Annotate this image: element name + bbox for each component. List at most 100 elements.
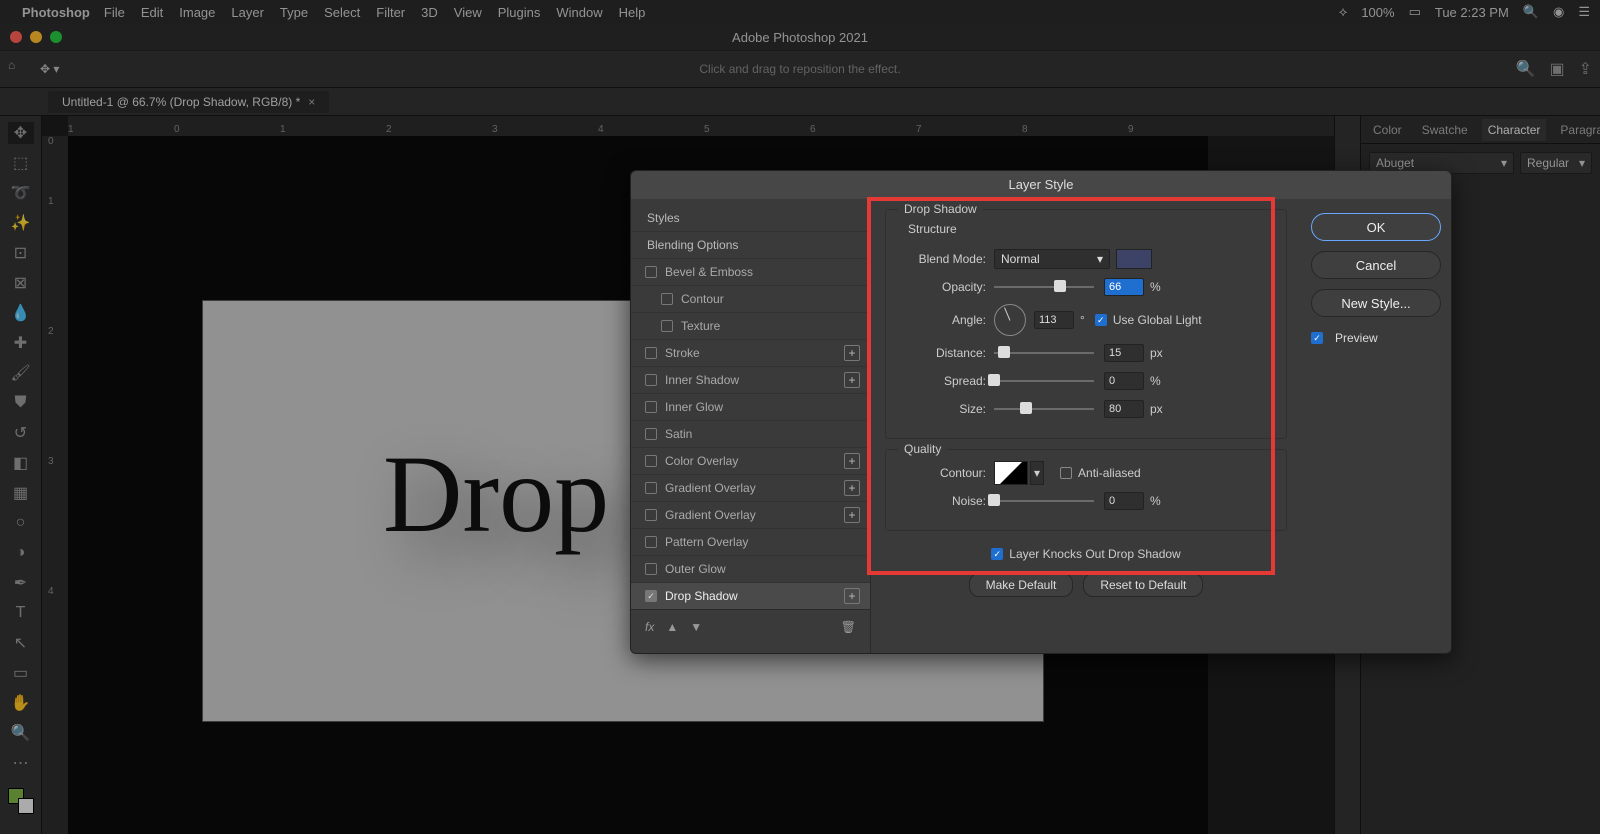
styles-header[interactable]: Styles [631,205,870,231]
shape-tool[interactable]: ▭ [8,662,34,684]
style-item-outer-glow[interactable]: Outer Glow [631,555,870,582]
use-global-light-checkbox[interactable]: ✓ [1095,314,1107,326]
style-checkbox[interactable] [645,428,657,440]
move-up-icon[interactable]: ▲ [666,620,678,634]
style-checkbox[interactable] [645,536,657,548]
opacity-slider[interactable] [994,280,1094,294]
add-effect-icon[interactable]: + [844,507,860,523]
menu-help[interactable]: Help [619,5,646,20]
cancel-button[interactable]: Cancel [1311,251,1441,279]
shadow-color-swatch[interactable] [1116,249,1152,269]
tab-paragraph[interactable]: Paragra [1554,119,1600,141]
style-checkbox[interactable]: ✓ [645,590,657,602]
distance-input[interactable]: 15 [1104,344,1144,362]
close-icon[interactable]: × [308,95,315,109]
app-name[interactable]: Photoshop [22,5,90,20]
style-item-texture[interactable]: Texture [631,312,870,339]
pen-tool[interactable]: ✒ [8,572,34,594]
noise-input[interactable]: 0 [1104,492,1144,510]
contour-picker[interactable] [994,461,1028,485]
style-item-gradient-overlay[interactable]: Gradient Overlay+ [631,501,870,528]
trash-icon[interactable]: 🗑 [841,620,856,634]
siri-icon[interactable]: ◉ [1553,4,1564,20]
eraser-tool[interactable]: ◧ [8,452,34,474]
workspace-icon[interactable]: ▣ [1549,59,1564,79]
style-checkbox[interactable] [645,266,657,278]
move-tool[interactable]: ✥ [8,122,34,144]
font-style-select[interactable]: Regular▾ [1520,152,1592,174]
path-tool[interactable]: ↖ [8,632,34,654]
spread-input[interactable]: 0 [1104,372,1144,390]
menu-plugins[interactable]: Plugins [498,5,541,20]
window-close-button[interactable] [10,31,22,43]
preview-checkbox[interactable]: ✓ [1311,332,1323,344]
style-checkbox[interactable] [661,293,673,305]
menu-file[interactable]: File [104,5,125,20]
menu-3d[interactable]: 3D [421,5,438,20]
add-effect-icon[interactable]: + [844,345,860,361]
blending-options[interactable]: Blending Options [631,231,870,258]
crop-tool[interactable]: ⊡ [8,242,34,264]
wifi-icon[interactable]: ⟡ [1339,4,1348,20]
spread-slider[interactable] [994,374,1094,388]
add-effect-icon[interactable]: + [844,480,860,496]
wand-tool[interactable]: ✨ [8,212,34,234]
opacity-input[interactable]: 66 [1104,278,1144,296]
menu-image[interactable]: Image [179,5,215,20]
more-tools[interactable]: ⋯ [8,752,34,774]
search-icon[interactable]: 🔍 [1516,59,1536,79]
blur-tool[interactable]: ○ [8,512,34,534]
style-checkbox[interactable] [645,563,657,575]
noise-slider[interactable] [994,494,1094,508]
tab-swatches[interactable]: Swatche [1416,119,1474,141]
chevron-down-icon[interactable]: ▾ [1030,461,1044,485]
style-checkbox[interactable] [661,320,673,332]
style-checkbox[interactable] [645,482,657,494]
frame-tool[interactable]: ⊠ [8,272,34,294]
style-item-bevel-emboss[interactable]: Bevel & Emboss [631,258,870,285]
gradient-tool[interactable]: ▦ [8,482,34,504]
add-effect-icon[interactable]: + [844,372,860,388]
knockout-checkbox[interactable]: ✓ [991,548,1003,560]
style-item-stroke[interactable]: Stroke+ [631,339,870,366]
angle-input[interactable]: 113 [1034,311,1074,329]
window-minimize-button[interactable] [30,31,42,43]
history-brush-tool[interactable]: ↺ [8,422,34,444]
control-center-icon[interactable]: ☰ [1578,4,1590,20]
zoom-tool[interactable]: 🔍 [8,722,34,744]
blend-mode-select[interactable]: Normal▾ [994,249,1110,269]
menu-layer[interactable]: Layer [231,5,264,20]
brush-tool[interactable]: 🖌 [8,362,34,384]
share-icon[interactable]: ⇪ [1579,59,1592,79]
eyedropper-tool[interactable]: 💧 [8,302,34,324]
menu-select[interactable]: Select [324,5,360,20]
dialog-title[interactable]: Layer Style [631,171,1451,199]
style-item-inner-glow[interactable]: Inner Glow [631,393,870,420]
home-icon[interactable]: ⌂ [8,58,30,80]
style-checkbox[interactable] [645,347,657,359]
menu-window[interactable]: Window [556,5,602,20]
healing-tool[interactable]: ✚ [8,332,34,354]
tab-color[interactable]: Color [1367,119,1408,141]
style-item-drop-shadow[interactable]: ✓Drop Shadow+ [631,582,870,609]
style-item-pattern-overlay[interactable]: Pattern Overlay [631,528,870,555]
distance-slider[interactable] [994,346,1094,360]
marquee-tool[interactable]: ⬚ [8,152,34,174]
new-style-button[interactable]: New Style... [1311,289,1441,317]
menu-view[interactable]: View [454,5,482,20]
type-tool[interactable]: T [8,602,34,624]
make-default-button[interactable]: Make Default [969,573,1074,597]
reset-default-button[interactable]: Reset to Default [1083,573,1203,597]
style-checkbox[interactable] [645,401,657,413]
window-zoom-button[interactable] [50,31,62,43]
fx-icon[interactable]: fx [645,620,654,634]
document-tab[interactable]: Untitled-1 @ 66.7% (Drop Shadow, RGB/8) … [48,91,329,113]
angle-dial[interactable] [994,304,1026,336]
hand-tool[interactable]: ✋ [8,692,34,714]
ok-button[interactable]: OK [1311,213,1441,241]
style-checkbox[interactable] [645,455,657,467]
anti-aliased-checkbox[interactable] [1060,467,1072,479]
style-item-gradient-overlay[interactable]: Gradient Overlay+ [631,474,870,501]
stamp-tool[interactable]: ⛊ [8,392,34,414]
style-item-color-overlay[interactable]: Color Overlay+ [631,447,870,474]
